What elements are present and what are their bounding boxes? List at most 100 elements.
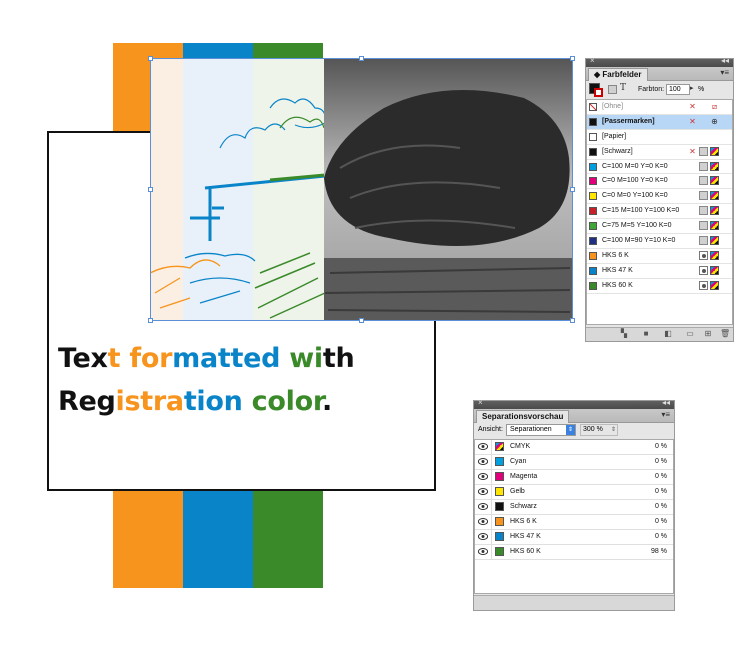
view-select[interactable]: Separationen ⇕ [506, 424, 576, 436]
eye-cell[interactable] [475, 530, 492, 544]
cmyk-icon [710, 280, 719, 290]
new-swatch-icon[interactable]: ⊞ [704, 330, 712, 338]
tint-input[interactable]: 100 [666, 84, 690, 95]
handle-tl[interactable] [148, 56, 153, 61]
headline-line-1[interactable]: Text formatted with [58, 343, 355, 374]
swatch-label: C=100 M=90 Y=10 K=0 [602, 237, 676, 245]
show-all-swatches-icon[interactable]: ▚ [620, 330, 628, 338]
formatting-container-icon[interactable] [608, 85, 617, 94]
new-color-group-icon[interactable]: ▭ [686, 330, 694, 338]
separation-label: CMYK [510, 443, 531, 450]
separation-list[interactable]: CMYK 0 % Cyan 0 % Magenta 0 % Gelb 0 % S… [474, 439, 674, 594]
tint-label: Farbton: [638, 86, 665, 93]
handle-tr[interactable] [570, 56, 575, 61]
show-gradient-swatches-icon[interactable]: ◧ [664, 330, 672, 338]
handle-bm[interactable] [359, 318, 364, 323]
panel-titlebar[interactable]: × ◂◂ [474, 398, 674, 409]
collapse-icon[interactable]: ◂◂ [721, 56, 729, 65]
swatch-chip [589, 117, 597, 126]
swatch-row-black[interactable]: [Schwarz] ✕ [587, 145, 732, 160]
separation-row-cyan[interactable]: Cyan 0 % [475, 455, 673, 470]
panel-menu-icon[interactable]: ▾≡ [661, 410, 670, 419]
eye-cell[interactable] [475, 440, 492, 454]
panel-resize-bar[interactable] [474, 595, 674, 610]
swatch-chip [589, 281, 597, 290]
separation-chip [495, 472, 504, 481]
handle-ml[interactable] [148, 187, 153, 192]
none-type-icon: ⧄ [711, 102, 718, 111]
handle-mr[interactable] [570, 187, 575, 192]
handle-bl[interactable] [148, 318, 153, 323]
swatch-row-hks6[interactable]: HKS 6 K [587, 249, 732, 264]
separations-panel: × ◂◂ Separationsvorschau ▾≡ Ansicht: Sepa… [473, 398, 675, 611]
swatch-row-none[interactable]: [Ohne] ✕ ⧄ [587, 100, 732, 115]
cmyk-icon [710, 191, 719, 201]
eye-icon [478, 533, 488, 540]
swatch-row-navy[interactable]: C=100 M=90 Y=10 K=0 [587, 234, 732, 249]
close-icon[interactable]: × [590, 56, 595, 65]
swatch-label: HKS 47 K [602, 266, 633, 274]
swatch-row-hks47[interactable]: HKS 47 K [587, 264, 732, 279]
process-icon [699, 176, 708, 186]
eye-cell[interactable] [475, 515, 492, 529]
zoom-select[interactable]: 300 % ⇕ [580, 424, 618, 436]
swatch-label: [Ohne] [602, 103, 624, 110]
headline-line-2[interactable]: Registration color. [58, 386, 332, 417]
process-icon [699, 236, 708, 246]
separation-row-cmyk[interactable]: CMYK 0 % [475, 440, 673, 455]
eye-cell[interactable] [475, 455, 492, 469]
tint-stepper-icon[interactable]: ▸ [690, 84, 694, 92]
handle-br[interactable] [570, 318, 575, 323]
view-select-value: Separationen [510, 426, 552, 433]
swatch-chip [589, 177, 597, 186]
swatch-row-green[interactable]: C=75 M=5 Y=100 K=0 [587, 219, 732, 235]
panel-tabbar: Separationsvorschau ▾≡ [474, 409, 674, 423]
panel-tabbar: ◆ Farbfelder ▾≡ [586, 67, 733, 81]
text-segment: ted [230, 343, 290, 374]
handle-tm[interactable] [359, 56, 364, 61]
swatch-row-cyan[interactable]: C=100 M=0 Y=0 K=0 [587, 160, 732, 175]
delete-swatch-icon[interactable]: 🗑 [720, 330, 730, 338]
swatch-list[interactable]: [Ohne] ✕ ⧄ [Passermarken] ✕ ⊕ [Papier] [… [586, 99, 733, 325]
swatch-label: C=75 M=5 Y=100 K=0 [602, 222, 672, 230]
tab-swatches[interactable]: ◆ Farbfelder [588, 68, 648, 81]
swatch-label: [Passermarken] [602, 117, 655, 125]
chevron-down-icon: ⇕ [566, 425, 575, 435]
text-segment: tion [183, 386, 252, 417]
separation-chip [495, 547, 504, 556]
swatch-row-registration[interactable]: [Passermarken] ✕ ⊕ [587, 114, 732, 130]
swatch-row-yellow[interactable]: C=0 M=0 Y=100 K=0 [587, 189, 732, 205]
text-segment: t [107, 343, 130, 374]
eye-cell[interactable] [475, 500, 492, 514]
swatch-chip [589, 251, 597, 260]
separation-row-magenta[interactable]: Magenta 0 % [475, 470, 673, 485]
separation-chip [495, 517, 504, 526]
separation-row-hks47[interactable]: HKS 47 K 0 % [475, 530, 673, 545]
panel-menu-icon[interactable]: ▾≡ [720, 68, 729, 77]
separation-row-hks6[interactable]: HKS 6 K 0 % [475, 515, 673, 530]
swatch-row-paper[interactable]: [Papier] [587, 130, 732, 145]
swatch-row-hks60[interactable]: HKS 60 K [587, 279, 732, 294]
fill-stroke-icon[interactable] [589, 83, 603, 97]
separation-row-yellow[interactable]: Gelb 0 % [475, 485, 673, 500]
no-edit-icon: ✕ [689, 146, 696, 156]
eye-cell[interactable] [475, 470, 492, 484]
swatch-label: HKS 6 K [602, 251, 629, 259]
swatch-chip [589, 222, 597, 231]
collapse-icon[interactable]: ◂◂ [662, 398, 670, 407]
separation-row-black[interactable]: Schwarz 0 % [475, 500, 673, 515]
separation-controls: Ansicht: Separationen ⇕ 300 % ⇕ [474, 423, 674, 439]
panel-titlebar[interactable]: × ◂◂ [586, 56, 733, 67]
tab-swatches-label: Farbfelder [602, 70, 642, 79]
separation-label: Schwarz [510, 503, 537, 510]
swatch-row-magenta[interactable]: C=0 M=100 Y=0 K=0 [587, 174, 732, 190]
swatch-label: C=15 M=100 Y=100 K=0 [602, 207, 680, 215]
swatch-row-red[interactable]: C=15 M=100 Y=100 K=0 [587, 204, 732, 220]
eye-cell[interactable] [475, 545, 492, 559]
close-icon[interactable]: × [478, 398, 483, 407]
formatting-text-icon[interactable]: T [620, 83, 626, 93]
eye-cell[interactable] [475, 485, 492, 499]
tab-separations[interactable]: Separationsvorschau [476, 410, 570, 423]
separation-row-hks60[interactable]: HKS 60 K 98 % [475, 545, 673, 560]
show-color-swatches-icon[interactable]: ■ [642, 330, 650, 338]
